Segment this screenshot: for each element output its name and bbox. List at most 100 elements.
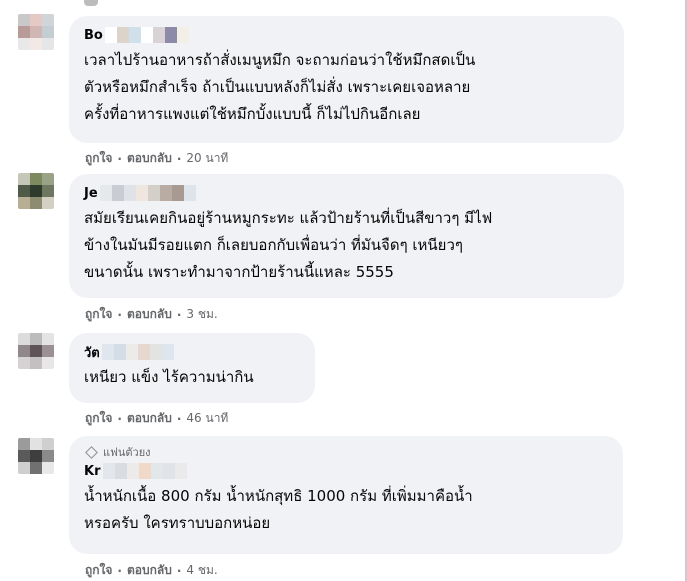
- name-blur-block: [137, 344, 150, 360]
- name-blur-block: [125, 344, 138, 360]
- name-blur-block: [150, 463, 163, 479]
- avatar-pixel: [30, 333, 42, 345]
- comment-actions: ถูกใจ · ตอบกลับ · 46 นาที: [85, 409, 228, 428]
- comment-thread: Bo เวลาไปร้านอาหารถ้าสั่งเมนูหมึก จะถามก…: [0, 0, 687, 581]
- author-name[interactable]: Kr: [84, 461, 609, 481]
- badge-label: แฟนตัวยง: [103, 446, 151, 459]
- name-blur-block: [114, 463, 127, 479]
- top-fan-badge: แฟนตัวยง: [84, 445, 609, 459]
- separator: ·: [117, 151, 122, 166]
- avatar-pixel: [30, 185, 42, 197]
- avatar-pixel: [18, 333, 30, 345]
- avatar-pixel: [30, 173, 42, 185]
- like-button[interactable]: ถูกใจ: [85, 149, 112, 168]
- avatar[interactable]: [18, 333, 54, 369]
- avatar-pixel: [18, 197, 30, 209]
- avatar-pixel: [18, 26, 30, 38]
- name-blur-block: [159, 185, 172, 201]
- name-blur-block: [104, 27, 117, 43]
- name-blur-block: [111, 185, 124, 201]
- comment-text: เวลาไปร้านอาหารถ้าสั่งเมนูหมึก จะถามก่อน…: [84, 51, 476, 123]
- avatar-pixel: [42, 197, 54, 209]
- like-button[interactable]: ถูกใจ: [85, 305, 112, 324]
- avatar-pixel: [30, 450, 42, 462]
- author-name[interactable]: Je: [84, 183, 610, 203]
- separator: ·: [176, 307, 182, 322]
- timestamp[interactable]: 3 ชม.: [186, 305, 217, 324]
- timestamp[interactable]: 46 นาที: [186, 409, 228, 428]
- avatar-pixel: [18, 438, 30, 450]
- name-blur-block: [101, 344, 114, 360]
- avatar-pixel: [42, 357, 54, 369]
- name-blur-block: [128, 27, 141, 43]
- timestamp[interactable]: 20 นาที: [186, 149, 228, 168]
- comment-bubble: วัต เหนียว แข็ง ไร้ความน่ากิน: [69, 333, 315, 403]
- avatar-pixel: [42, 462, 54, 474]
- name-blur-block: [162, 463, 175, 479]
- separator: ·: [176, 411, 182, 426]
- comment-bubble: Je สมัยเรียนเคยกินอยู่ร้านหมูกระทะ แล้วป…: [69, 174, 624, 298]
- author-name[interactable]: Bo: [84, 25, 610, 45]
- reply-button[interactable]: ตอบกลับ: [127, 149, 172, 168]
- like-button[interactable]: ถูกใจ: [85, 409, 112, 428]
- avatar-pixel: [18, 450, 30, 462]
- separator: ·: [176, 563, 182, 578]
- comment-actions: ถูกใจ · ตอบกลับ · 3 ชม.: [85, 305, 218, 324]
- name-blur-block: [171, 185, 184, 201]
- name-blur-block: [116, 27, 129, 43]
- comment-text: เหนียว แข็ง ไร้ความน่ากิน: [84, 368, 254, 386]
- avatar-pixel: [30, 38, 42, 50]
- separator: ·: [117, 563, 122, 578]
- avatar-pixel: [18, 185, 30, 197]
- avatar-pixel: [30, 26, 42, 38]
- avatar[interactable]: [18, 173, 54, 209]
- name-blur-block: [140, 27, 153, 43]
- previous-comment-edge: [84, 0, 98, 6]
- avatar-pixel: [42, 438, 54, 450]
- comment-text: สมัยเรียนเคยกินอยู่ร้านหมูกระทะ แล้วป้าย…: [84, 209, 493, 281]
- reply-button[interactable]: ตอบกลับ: [127, 409, 172, 428]
- comment-bubble: แฟนตัวยง Kr น้ำหนักเนื้อ 800 กรัม น้ำหนั…: [69, 436, 623, 554]
- avatar-pixel: [30, 14, 42, 26]
- author-name[interactable]: วัต: [84, 342, 301, 362]
- avatar-pixel: [42, 345, 54, 357]
- name-blur-block: [102, 463, 115, 479]
- avatar[interactable]: [18, 14, 54, 50]
- avatar[interactable]: [18, 438, 54, 474]
- author-name-visible[interactable]: Bo: [84, 28, 103, 43]
- separator: ·: [117, 307, 122, 322]
- name-blur-block: [126, 463, 139, 479]
- comment-actions: ถูกใจ · ตอบกลับ · 4 ชม.: [85, 561, 218, 580]
- author-name-visible[interactable]: วัต: [84, 342, 100, 363]
- author-name-blurred: [104, 27, 189, 43]
- author-name-visible[interactable]: Kr: [84, 464, 101, 479]
- avatar-pixel: [18, 345, 30, 357]
- avatar-pixel: [18, 38, 30, 50]
- name-blur-block: [147, 185, 160, 201]
- avatar-pixel: [42, 38, 54, 50]
- avatar-pixel: [42, 173, 54, 185]
- comment-actions: ถูกใจ · ตอบกลับ · 20 นาที: [85, 149, 228, 168]
- name-blur-block: [152, 27, 165, 43]
- name-blur-block: [135, 185, 148, 201]
- reply-button[interactable]: ตอบกลับ: [127, 305, 172, 324]
- author-name-visible[interactable]: Je: [84, 186, 98, 201]
- name-blur-block: [123, 185, 136, 201]
- reply-button[interactable]: ตอบกลับ: [127, 561, 172, 580]
- name-blur-block: [174, 463, 187, 479]
- avatar-pixel: [18, 357, 30, 369]
- avatar-pixel: [18, 173, 30, 185]
- name-blur-block: [164, 27, 177, 43]
- name-blur-block: [138, 463, 151, 479]
- author-name-blurred: [102, 463, 187, 479]
- avatar-pixel: [42, 450, 54, 462]
- avatar-pixel: [42, 185, 54, 197]
- like-button[interactable]: ถูกใจ: [85, 561, 112, 580]
- name-blur-block: [183, 185, 196, 201]
- avatar-pixel: [30, 197, 42, 209]
- diamond-icon: [85, 445, 98, 459]
- name-blur-block: [149, 344, 162, 360]
- avatar-pixel: [30, 462, 42, 474]
- timestamp[interactable]: 4 ชม.: [186, 561, 217, 580]
- avatar-pixel: [18, 14, 30, 26]
